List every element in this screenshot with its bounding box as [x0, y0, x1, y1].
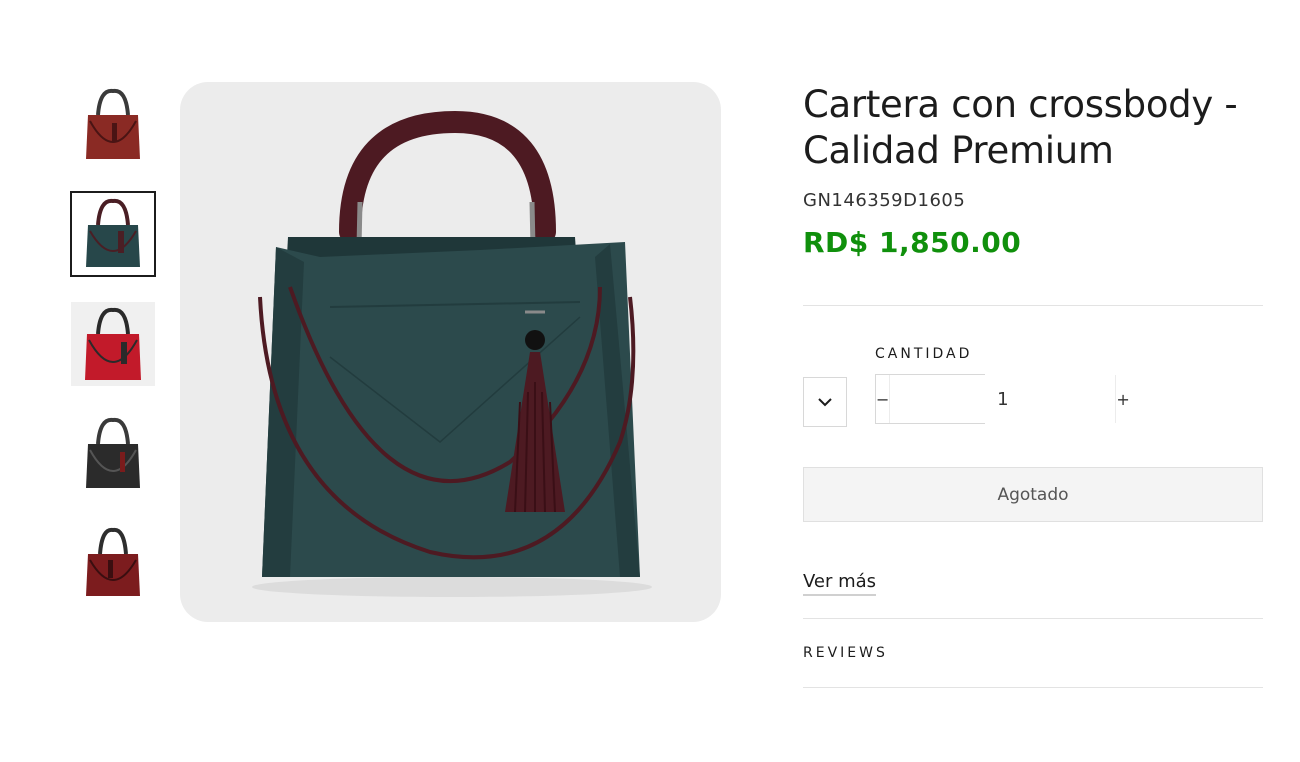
ver-mas-link[interactable]: Ver más [803, 571, 877, 596]
quantity-decrement-button[interactable]: − [876, 375, 889, 423]
main-product-image[interactable] [180, 82, 721, 622]
quantity-stepper: − + [875, 374, 1130, 424]
handbag-burgundy-image [86, 527, 140, 596]
divider [803, 687, 1263, 688]
handbag-teal-main-image [252, 110, 652, 597]
reviews-toggle[interactable]: REVIEWS [803, 645, 888, 661]
handbag-red-image [86, 88, 140, 159]
thumbnail-4[interactable] [70, 411, 156, 497]
product-title: Cartera con crossbody - Calidad Premium [803, 83, 1238, 172]
handbag-bright-red-image [71, 302, 155, 386]
handbag-teal-image [86, 198, 140, 267]
product-sku: GN146359D1605 [803, 190, 966, 211]
product-info: Cartera con crossbody - Calidad Premium … [803, 82, 1263, 688]
divider [803, 305, 1263, 306]
thumbnail-3[interactable] [70, 301, 156, 387]
handbag-black-image [86, 417, 140, 488]
product-price: RD$ 1,850.00 [803, 226, 1022, 259]
quantity-increment-button[interactable]: + [1116, 375, 1129, 423]
variant-select[interactable] [803, 377, 847, 427]
chevron-down-icon [818, 397, 832, 406]
divider [803, 618, 1263, 619]
thumbnail-2[interactable] [70, 191, 156, 277]
quantity-label: CANTIDAD [875, 346, 973, 362]
thumbnail-1[interactable] [70, 82, 156, 168]
add-to-cart-button[interactable]: Agotado [803, 467, 1263, 522]
quantity-input[interactable] [889, 375, 1117, 423]
thumbnail-5[interactable] [70, 521, 156, 607]
product-page: Cartera con crossbody - Calidad Premium … [0, 0, 1300, 762]
